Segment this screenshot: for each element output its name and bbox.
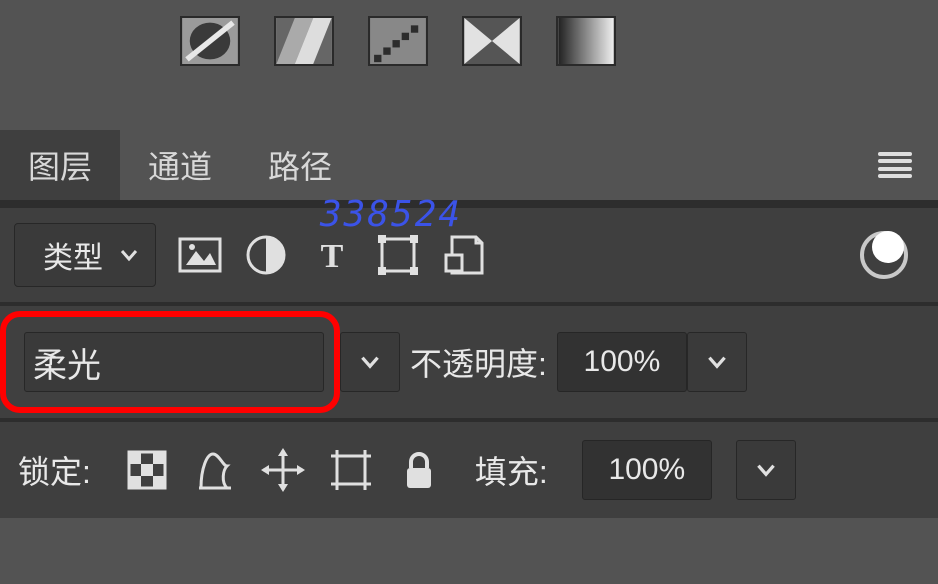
tab-layers[interactable]: 图层 xyxy=(0,130,120,200)
filter-pixel-icon[interactable] xyxy=(178,233,222,277)
lock-position-icon[interactable] xyxy=(261,448,305,492)
fill-chevron[interactable] xyxy=(736,440,796,500)
preset-thumb-5[interactable] xyxy=(556,16,616,66)
preset-thumbnails-row xyxy=(0,0,938,82)
fill-label: 填充: xyxy=(465,447,558,493)
opacity-label: 不透明度: xyxy=(400,339,557,385)
preset-thumb-1[interactable] xyxy=(180,16,240,66)
lock-label: 锁定: xyxy=(18,447,101,493)
layer-filter-row: 338524 类型 T xyxy=(0,208,938,302)
filter-shape-icon[interactable] xyxy=(376,233,420,277)
filter-kind-dropdown[interactable]: 类型 xyxy=(14,223,156,287)
lock-row: 锁定: 填充: 100% xyxy=(0,422,938,518)
panel-menu-icon[interactable] xyxy=(878,152,912,178)
preset-thumb-4[interactable] xyxy=(462,16,522,66)
filter-type-icon[interactable]: T xyxy=(310,233,354,277)
tab-channels[interactable]: 通道 xyxy=(120,130,240,200)
chevron-down-icon xyxy=(117,243,141,267)
svg-text:T: T xyxy=(321,238,344,275)
filter-kind-label: 类型 xyxy=(43,233,103,277)
preset-thumb-2[interactable] xyxy=(274,16,334,66)
toggle-dot xyxy=(872,231,904,263)
filter-adjustment-icon[interactable] xyxy=(244,233,288,277)
blend-mode-row: 柔光 不透明度: 100% xyxy=(0,306,938,418)
lock-image-icon[interactable] xyxy=(193,448,237,492)
filter-toggle-switch[interactable] xyxy=(860,231,908,279)
panel-tabs: 图层 通道 路径 xyxy=(0,130,938,204)
opacity-value-input[interactable]: 100% xyxy=(557,332,687,392)
lock-artboard-icon[interactable] xyxy=(329,448,373,492)
blend-mode-dropdown[interactable]: 柔光 xyxy=(0,311,340,413)
lock-all-icon[interactable] xyxy=(397,448,441,492)
preset-thumb-3[interactable] xyxy=(368,16,428,66)
fill-value-input[interactable]: 100% xyxy=(582,440,712,500)
tab-paths[interactable]: 路径 xyxy=(240,130,360,200)
filter-smartobject-icon[interactable] xyxy=(442,233,486,277)
blend-mode-chevron[interactable] xyxy=(340,332,400,392)
lock-transparency-icon[interactable] xyxy=(125,448,169,492)
blend-mode-value: 柔光 xyxy=(33,338,101,387)
opacity-chevron[interactable] xyxy=(687,332,747,392)
